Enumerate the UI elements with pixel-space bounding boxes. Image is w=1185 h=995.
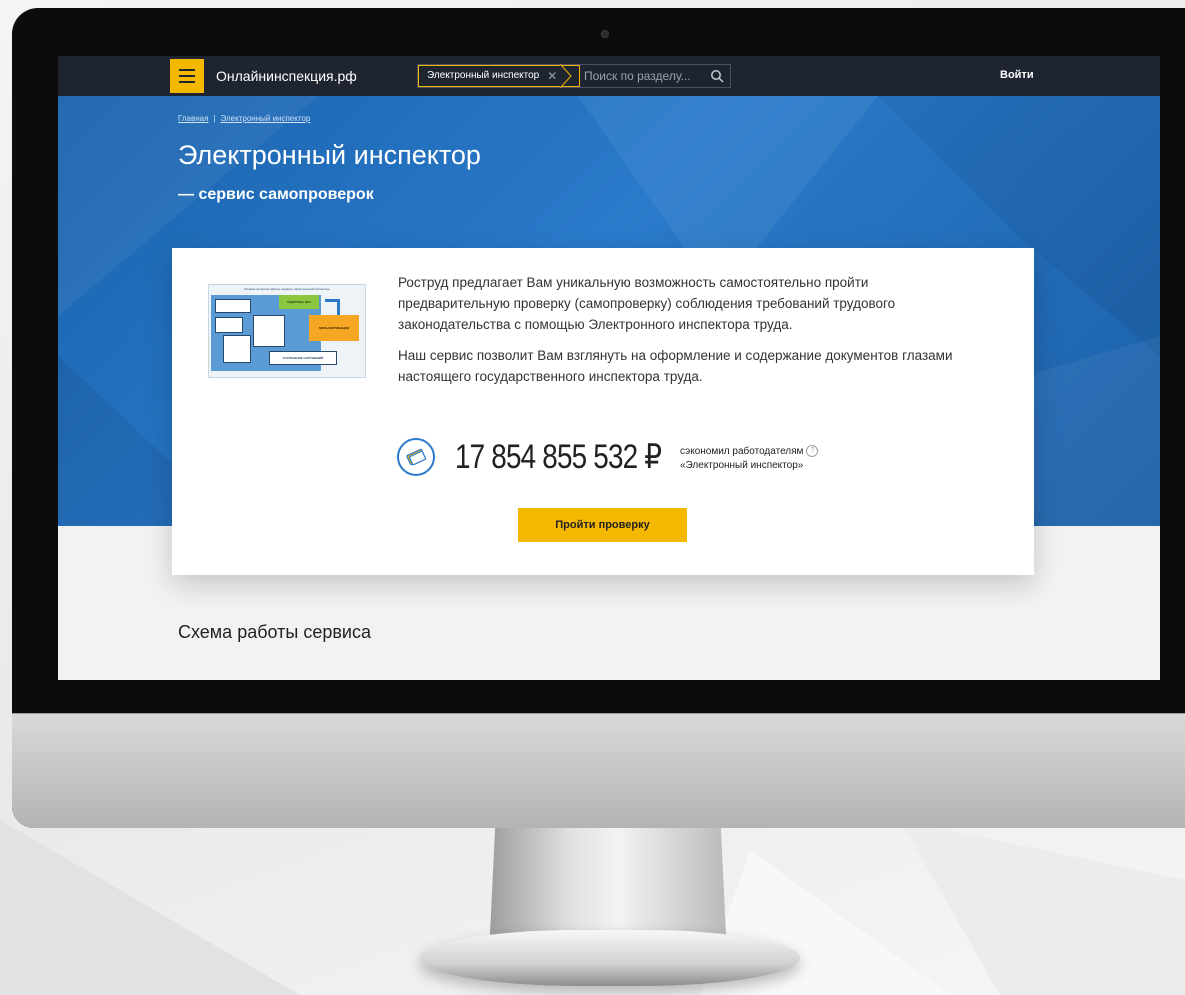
info-card: Типовая алгоритм работы сервиса «Электро… xyxy=(172,248,1034,575)
breadcrumb-current-link[interactable]: Электронный инспектор xyxy=(221,114,311,123)
search-section-tag-label: Электронный инспектор xyxy=(427,70,540,81)
savings-caption-line-1: сэкономил работодателям xyxy=(680,446,804,457)
money-coin-icon xyxy=(397,438,435,476)
thumbnail-block-fix: УСТРАНЕНИЕ НАРУШЕНИЙ xyxy=(269,351,337,365)
top-navigation-bar: Онлайнинспекция.рф Электронный инспектор… xyxy=(58,56,1160,96)
page-subtitle: — сервис самопроверок xyxy=(178,186,374,203)
savings-counter: 17 854 855 532 ₽ xyxy=(455,438,662,476)
thumbnail-block-motivation: МЕРЫ МОТИВАЦИИ xyxy=(309,315,359,341)
page-title: Электронный инспектор xyxy=(178,140,481,170)
breadcrumb-separator: | xyxy=(213,114,216,123)
search-section-tag[interactable]: Электронный инспектор ✕ xyxy=(418,65,581,87)
browser-screen: Онлайнинспекция.рф Электронный инспектор… xyxy=(58,56,1160,680)
savings-caption-line-2: «Электронный инспектор» xyxy=(680,460,804,471)
monitor-chin xyxy=(12,713,1185,828)
thumbnail-block-audit: АУДИТОРЫ ОБТ xyxy=(279,295,319,309)
monitor-stand-base xyxy=(420,930,800,986)
section-title: Схема работы сервиса xyxy=(178,622,371,642)
start-check-button[interactable]: Пройти проверку xyxy=(518,508,687,542)
help-icon[interactable]: ? xyxy=(806,445,819,457)
thumbnail-block-small-2 xyxy=(253,315,285,347)
breadcrumb: Главная | Электронный инспектор xyxy=(178,114,310,123)
camera-icon xyxy=(601,30,609,38)
chevron-right-icon xyxy=(560,64,572,88)
close-icon[interactable]: ✕ xyxy=(547,66,557,86)
thumbnail-person-icon xyxy=(215,299,251,313)
thumbnail-block-small-1 xyxy=(215,317,243,333)
search-icon[interactable] xyxy=(710,69,724,83)
thumbnail-block-small-3 xyxy=(223,335,251,363)
breadcrumb-home-link[interactable]: Главная xyxy=(178,114,208,123)
service-diagram-thumbnail[interactable]: Типовая алгоритм работы сервиса «Электро… xyxy=(208,284,366,378)
monitor-frame: Онлайнинспекция.рф Электронный инспектор… xyxy=(12,8,1185,828)
login-link[interactable]: Войти xyxy=(1000,69,1034,81)
search-box[interactable]: Электронный инспектор ✕ Поиск по разделу… xyxy=(417,64,731,88)
description-paragraph-2: Наш сервис позволит Вам взглянуть на офо… xyxy=(398,348,953,384)
hamburger-icon[interactable] xyxy=(170,59,204,93)
search-input[interactable]: Поиск по разделу... xyxy=(584,69,691,83)
description-paragraph-1: Роструд предлагает Вам уникальную возмож… xyxy=(398,275,896,332)
thumbnail-heading: Типовая алгоритм работы сервиса «Электро… xyxy=(243,287,331,291)
card-description: Роструд предлагает Вам уникальную возмож… xyxy=(398,272,958,397)
site-name-link[interactable]: Онлайнинспекция.рф xyxy=(216,68,357,84)
savings-caption: сэкономил работодателям? «Электронный ин… xyxy=(680,445,819,473)
